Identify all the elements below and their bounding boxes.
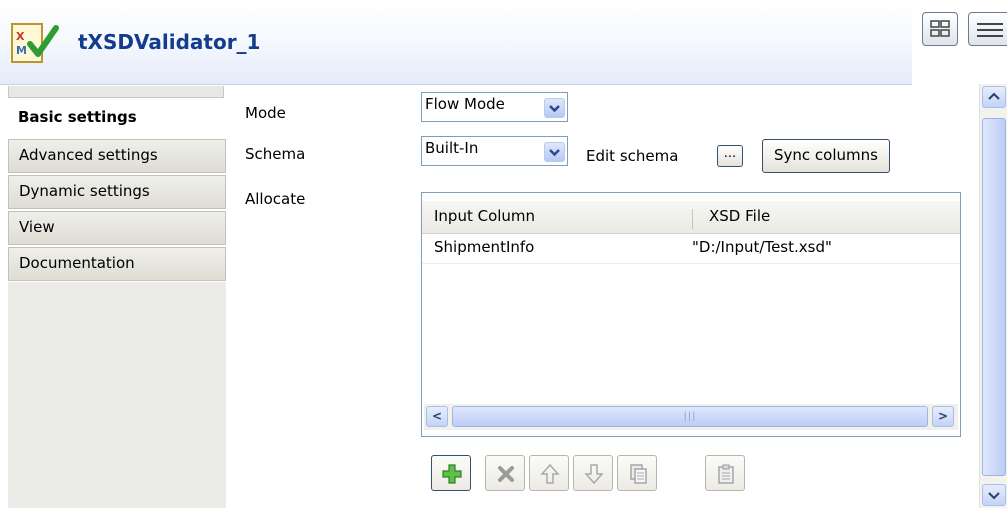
- chevron-down-icon: [549, 105, 560, 113]
- tab-label: Basic settings: [18, 108, 137, 126]
- component-header: X M tXSDValidator_1: [0, 0, 912, 85]
- tab-label: Dynamic settings: [19, 182, 150, 200]
- chevron-down-icon: [988, 492, 1000, 500]
- vertical-scrollbar[interactable]: [979, 84, 1007, 508]
- copy-icon: [630, 464, 647, 484]
- sync-columns-button[interactable]: Sync columns: [762, 139, 890, 173]
- xsd-validator-icon: X M: [11, 23, 59, 63]
- schema-select[interactable]: Built-In: [421, 136, 568, 166]
- chevron-up-icon: [988, 92, 1000, 100]
- svg-text:X: X: [16, 30, 25, 43]
- mode-select-value: Flow Mode: [425, 95, 505, 113]
- allocate-table[interactable]: Input Column XSD File ShipmentInfo "D:/I…: [421, 192, 961, 437]
- column-header-xsd-file[interactable]: XSD File: [709, 207, 770, 225]
- tab-advanced-settings[interactable]: Advanced settings: [8, 139, 226, 173]
- add-row-button[interactable]: [431, 455, 471, 491]
- table-header: Input Column XSD File: [422, 201, 960, 234]
- layout-list-button[interactable]: [968, 12, 1007, 46]
- horizontal-scrollbar[interactable]: < ||| >: [424, 404, 958, 430]
- mode-dropdown-button[interactable]: [544, 98, 565, 118]
- table-row[interactable]: ShipmentInfo "D:/Input/Test.xsd": [422, 235, 960, 264]
- tab-basic-settings[interactable]: Basic settings: [8, 100, 226, 134]
- tab-label: View: [19, 218, 55, 236]
- sidebar-empty-area: [8, 282, 226, 508]
- list-layout-icon: [977, 23, 1003, 37]
- remove-icon: [498, 466, 514, 482]
- add-icon: [442, 464, 462, 484]
- mode-label: Mode: [245, 104, 286, 122]
- scroll-up-button[interactable]: [982, 86, 1006, 108]
- tab-label: Advanced settings: [19, 146, 158, 164]
- vertical-scroll-thumb[interactable]: [982, 118, 1006, 476]
- move-down-button[interactable]: [573, 455, 613, 491]
- remove-row-button[interactable]: [485, 455, 525, 491]
- scroll-right-button[interactable]: >: [932, 406, 954, 427]
- mode-select[interactable]: Flow Mode: [421, 92, 568, 122]
- chevron-down-icon: [549, 149, 560, 157]
- schema-label: Schema: [245, 145, 306, 163]
- tab-dynamic-settings[interactable]: Dynamic settings: [8, 175, 226, 209]
- allocate-label: Allocate: [245, 190, 306, 208]
- column-divider[interactable]: [692, 209, 693, 229]
- svg-text:M: M: [16, 44, 27, 57]
- scroll-left-button[interactable]: <: [426, 406, 448, 427]
- paste-button[interactable]: [705, 455, 745, 491]
- tab-label: Documentation: [19, 254, 135, 272]
- move-up-button[interactable]: [529, 455, 569, 491]
- move-down-icon: [584, 464, 604, 485]
- xsd-file-cell[interactable]: "D:/Input/Test.xsd": [692, 238, 832, 256]
- paste-icon: [718, 464, 734, 484]
- sidebar-top-edge: [8, 86, 224, 98]
- horizontal-scroll-thumb[interactable]: |||: [452, 406, 928, 427]
- move-up-icon: [540, 463, 560, 484]
- schema-dropdown-button[interactable]: [544, 142, 565, 162]
- column-header-input-column[interactable]: Input Column: [434, 207, 535, 225]
- copy-button[interactable]: [617, 455, 657, 491]
- input-column-cell[interactable]: ShipmentInfo: [434, 238, 534, 256]
- scroll-down-button[interactable]: [982, 484, 1006, 506]
- tab-documentation[interactable]: Documentation: [8, 247, 226, 281]
- layout-grid-button[interactable]: [922, 12, 958, 46]
- grid-layout-icon: [930, 20, 950, 37]
- edit-schema-button[interactable]: ...: [717, 145, 743, 167]
- tab-view[interactable]: View: [8, 211, 226, 245]
- schema-select-value: Built-In: [425, 139, 479, 157]
- edit-schema-label: Edit schema: [586, 147, 679, 165]
- component-title: tXSDValidator_1: [78, 30, 261, 54]
